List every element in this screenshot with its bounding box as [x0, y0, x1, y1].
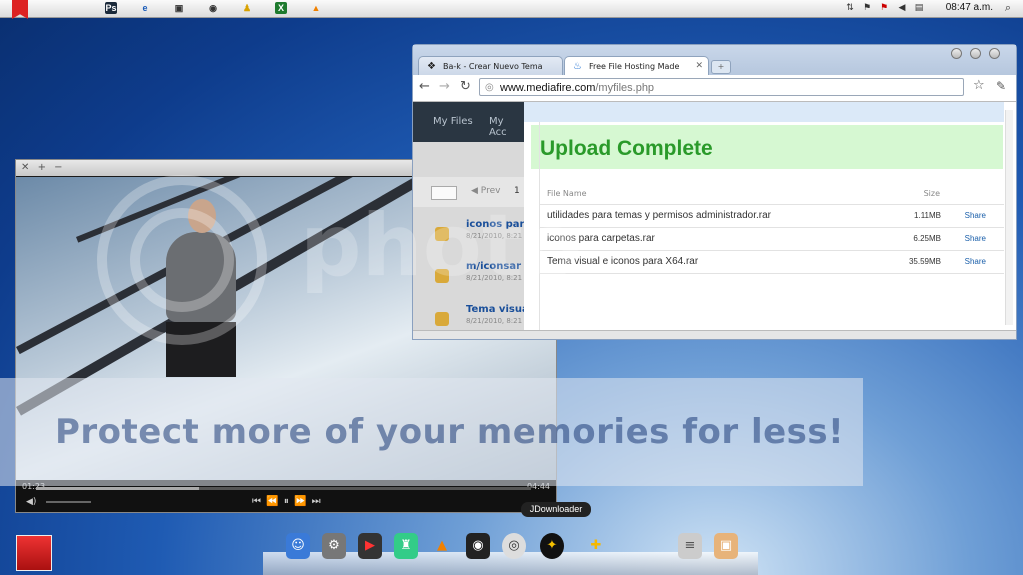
internet-explorer-icon[interactable]: e: [139, 2, 151, 14]
rewind-icon[interactable]: ⏪: [266, 496, 279, 507]
prev-button[interactable]: ◀ Prev: [471, 186, 500, 196]
wrench-icon[interactable]: ✎: [996, 79, 1006, 93]
tab-label: Ba-k - Crear Nuevo Tema: [443, 62, 543, 71]
ba-k-favicon: ❖: [427, 61, 436, 72]
url-path: /myfiles.php: [595, 82, 655, 94]
page-number: 1: [514, 186, 520, 196]
youtube-icon[interactable]: ▶: [358, 533, 382, 559]
disc-icon[interactable]: ◎: [502, 533, 526, 559]
settings-icon[interactable]: ⚙: [322, 533, 346, 559]
shirt-icon[interactable]: ♜: [394, 533, 418, 559]
close-tab-icon[interactable]: ✕: [695, 57, 703, 76]
upload-dialog: Upload Complete File Name Size utilidade…: [524, 102, 1004, 330]
printer-icon[interactable]: ▣: [173, 2, 185, 14]
watermark-ring-inner: [130, 208, 234, 312]
transport-controls: ⏮ ⏪ ⏸ ⏩ ⏭: [252, 496, 322, 507]
file-size: 6.25MB: [913, 234, 941, 243]
tab-ba-k[interactable]: ❖ Ba-k - Crear Nuevo Tema: [418, 56, 563, 75]
bookmark-star-icon[interactable]: ☆: [973, 79, 985, 93]
reload-icon[interactable]: ↻: [460, 80, 471, 94]
file-table-header: File Name Size: [547, 189, 992, 198]
seek-bar[interactable]: [36, 487, 531, 490]
bookmark-icon[interactable]: [12, 0, 28, 19]
clock[interactable]: 08:47 a.m.: [946, 2, 993, 13]
nav-my-account[interactable]: My Acc: [489, 116, 524, 138]
new-tab-button[interactable]: +: [711, 60, 731, 74]
jdownloader-icon[interactable]: ✦: [540, 533, 564, 559]
mediafire-favicon: ♨: [573, 61, 582, 72]
table-row: utilidades para temas y permisos adminis…: [539, 204, 1004, 227]
camera-icon[interactable]: ◉: [466, 533, 490, 559]
tab-mediafire[interactable]: ♨ Free File Hosting Made Simple ✕: [564, 56, 709, 90]
globe-icon: ◎: [485, 82, 494, 93]
search-icon[interactable]: ⌕: [1003, 2, 1013, 13]
table-row: Tema visual e iconos para X64.rar 35.59M…: [539, 250, 1004, 274]
finder-icon[interactable]: ☺: [286, 533, 310, 559]
file-size: 35.59MB: [908, 257, 941, 266]
upload-title: Upload Complete: [540, 137, 713, 160]
menubar: Ps e ▣ ◉ ♟ X ▲ ⇅ ⚑ ⚑ ◀ ▤ 08:47 a.m. ⌕: [0, 0, 1023, 19]
upload-banner: Upload Complete: [531, 125, 1003, 169]
watermark-text: photo: [300, 196, 583, 296]
url-host: www.mediafire.com: [500, 82, 596, 94]
alert-icon[interactable]: ⚑: [879, 3, 889, 13]
table-row: iconos para carpetas.rar 6.25MB Share: [539, 227, 1004, 250]
chrome-icon[interactable]: ◉: [207, 2, 219, 14]
volume-slider[interactable]: [46, 501, 91, 503]
maximize-button[interactable]: [970, 48, 981, 59]
forward-icon[interactable]: ⏩: [294, 496, 307, 507]
share-link[interactable]: Share: [965, 251, 986, 273]
minimize-icon[interactable]: −: [54, 162, 62, 173]
monitor-icon[interactable]: ▤: [914, 3, 924, 13]
pause-icon[interactable]: ⏸: [284, 496, 290, 507]
flag-icon[interactable]: ⚑: [862, 3, 872, 13]
back-icon[interactable]: ←: [419, 80, 430, 94]
minimize-button[interactable]: [951, 48, 962, 59]
volume-icon[interactable]: ◀): [26, 497, 36, 507]
vlc-icon[interactable]: ▲: [310, 2, 322, 14]
address-bar[interactable]: ◎ www.mediafire.com/myfiles.php: [479, 78, 964, 96]
aim-icon[interactable]: ♟: [241, 2, 253, 14]
folder-icon[interactable]: ▣: [714, 533, 738, 559]
network-icon[interactable]: ⇅: [845, 3, 855, 13]
promo-banner: Protect more of your memories for less!: [0, 378, 863, 486]
dialog-header: [524, 102, 1004, 122]
vertical-scrollbar[interactable]: [1005, 110, 1013, 325]
column-size: Size: [923, 189, 940, 198]
volume-icon[interactable]: ◀: [897, 3, 907, 13]
share-link[interactable]: Share: [965, 205, 986, 227]
skip-back-icon[interactable]: ⏮: [252, 496, 262, 507]
document-icon[interactable]: ≡: [678, 533, 702, 559]
site-nav: My Files My Acc: [413, 102, 524, 142]
plugin-icon[interactable]: ✚: [584, 533, 608, 559]
navigation-bar: ← → ↻ ◎ www.mediafire.com/myfiles.php ☆ …: [413, 75, 1016, 102]
nav-my-files[interactable]: My Files: [433, 116, 473, 127]
maximize-icon[interactable]: +: [38, 162, 46, 173]
forward-icon[interactable]: →: [439, 80, 450, 94]
dock-tooltip: JDownloader: [521, 502, 591, 517]
promo-text: Protect more of your memories for less!: [55, 412, 845, 452]
horizontal-scrollbar[interactable]: [413, 330, 1016, 339]
share-link[interactable]: Share: [965, 228, 986, 250]
photoshop-icon[interactable]: Ps: [105, 2, 117, 14]
vlc-icon[interactable]: ▲: [430, 533, 454, 559]
archive-icon: [435, 312, 449, 326]
tab-strip: ❖ Ba-k - Crear Nuevo Tema ♨ Free File Ho…: [413, 45, 1016, 90]
skip-forward-icon[interactable]: ⏭: [312, 496, 322, 507]
photoshop-file-icon[interactable]: [16, 535, 52, 571]
close-icon[interactable]: ✕: [21, 162, 29, 173]
excel-icon[interactable]: X: [275, 2, 287, 14]
close-button[interactable]: [989, 48, 1000, 59]
file-size: 1.11MB: [914, 211, 941, 220]
